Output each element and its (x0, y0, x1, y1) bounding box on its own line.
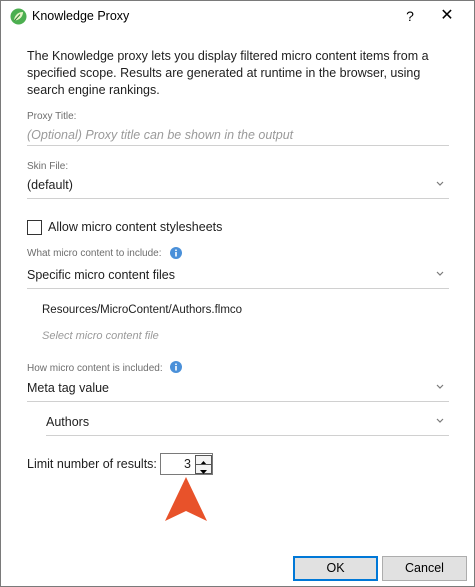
chevron-down-icon (436, 181, 444, 186)
ok-button[interactable]: OK (293, 556, 378, 581)
cancel-button[interactable]: Cancel (382, 556, 467, 581)
stepper-buttons (195, 455, 212, 474)
pointer-arrow-icon (165, 477, 207, 521)
micro-content-file-item[interactable]: Resources/MicroContent/Authors.flmco (42, 304, 242, 316)
decrement-button[interactable] (195, 464, 212, 474)
skin-file-label: Skin File: (27, 161, 69, 172)
how-include-select[interactable]: Meta tag value (27, 379, 449, 402)
window-title: Knowledge Proxy (32, 9, 130, 23)
limit-results-label: Limit number of results: (27, 457, 157, 471)
description-text: The Knowledge proxy lets you display fil… (27, 49, 429, 97)
select-micro-content-file[interactable]: Select micro content file (42, 330, 159, 342)
chevron-down-icon (436, 384, 444, 389)
how-include-value: Meta tag value (27, 381, 109, 395)
knowledge-proxy-dialog: Knowledge Proxy ? ✕ The Knowledge proxy … (0, 0, 475, 587)
app-leaf-icon (10, 8, 27, 25)
chevron-down-icon (436, 271, 444, 276)
title-bar: Knowledge Proxy ? ✕ (1, 1, 474, 33)
caret-down-icon (200, 470, 207, 474)
skin-file-select[interactable]: (default) (27, 176, 449, 199)
limit-results-value[interactable]: 3 (184, 457, 191, 471)
allow-stylesheets-checkbox[interactable] (27, 220, 42, 235)
what-include-label: What micro content to include: (27, 248, 162, 259)
skin-file-value: (default) (27, 178, 73, 192)
how-include-label: How micro content is included: (27, 363, 163, 374)
what-include-select[interactable]: Specific micro content files (27, 266, 449, 289)
info-icon[interactable] (170, 361, 182, 373)
close-button[interactable]: ✕ (433, 5, 461, 27)
meta-tag-select[interactable]: Authors (46, 413, 449, 436)
help-button[interactable]: ? (399, 5, 421, 27)
proxy-title-label: Proxy Title: (27, 111, 77, 122)
chevron-down-icon (436, 418, 444, 423)
meta-tag-value: Authors (46, 415, 90, 429)
limit-results-stepper[interactable]: 3 (160, 453, 213, 475)
info-icon[interactable] (170, 247, 182, 259)
allow-stylesheets-label: Allow micro content stylesheets (48, 220, 223, 234)
proxy-title-input[interactable] (27, 125, 449, 146)
what-include-value: Specific micro content files (27, 268, 175, 282)
